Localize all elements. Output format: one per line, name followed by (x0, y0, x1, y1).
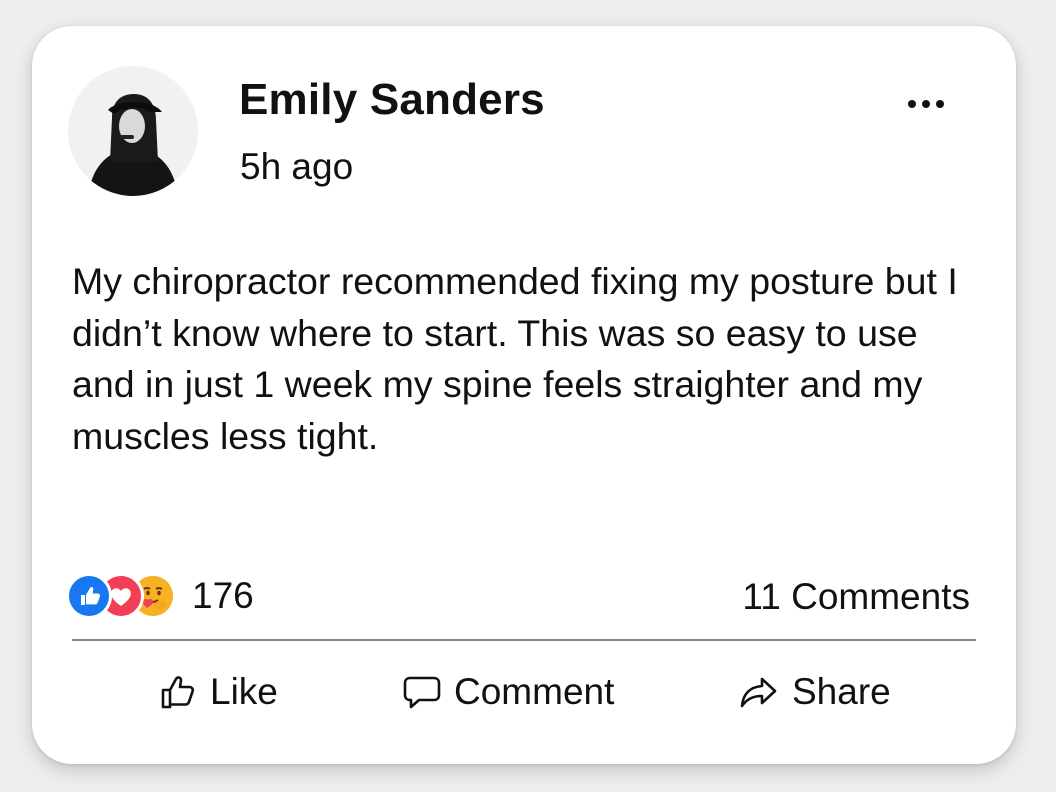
post-card: Emily Sanders 5h ago My chiropractor rec… (32, 26, 1016, 764)
post-timestamp[interactable]: 5h ago (240, 148, 353, 185)
comment-bubble-icon (403, 676, 441, 709)
more-horizontal-icon (908, 100, 944, 108)
divider (72, 639, 976, 641)
comment-button[interactable]: Comment (402, 666, 614, 718)
like-button[interactable]: Like (158, 666, 278, 718)
post-body: My chiropractor recommended fixing my po… (72, 260, 958, 457)
like-reaction-icon (66, 573, 112, 619)
like-label: Like (210, 671, 278, 712)
avatar-photo (68, 66, 198, 196)
share-button[interactable]: Share (738, 666, 891, 718)
reaction-count: 176 (192, 575, 254, 616)
share-arrow-icon (740, 677, 777, 708)
avatar[interactable] (68, 66, 198, 196)
reactions-summary[interactable]: 176 (66, 572, 254, 620)
thumbs-up-icon (161, 676, 195, 709)
more-options-button[interactable] (900, 90, 952, 118)
comment-label: Comment (454, 671, 615, 712)
author-name[interactable]: Emily Sanders (239, 78, 545, 122)
comments-count-link[interactable]: 11 Comments (742, 576, 970, 618)
share-label: Share (792, 671, 891, 712)
